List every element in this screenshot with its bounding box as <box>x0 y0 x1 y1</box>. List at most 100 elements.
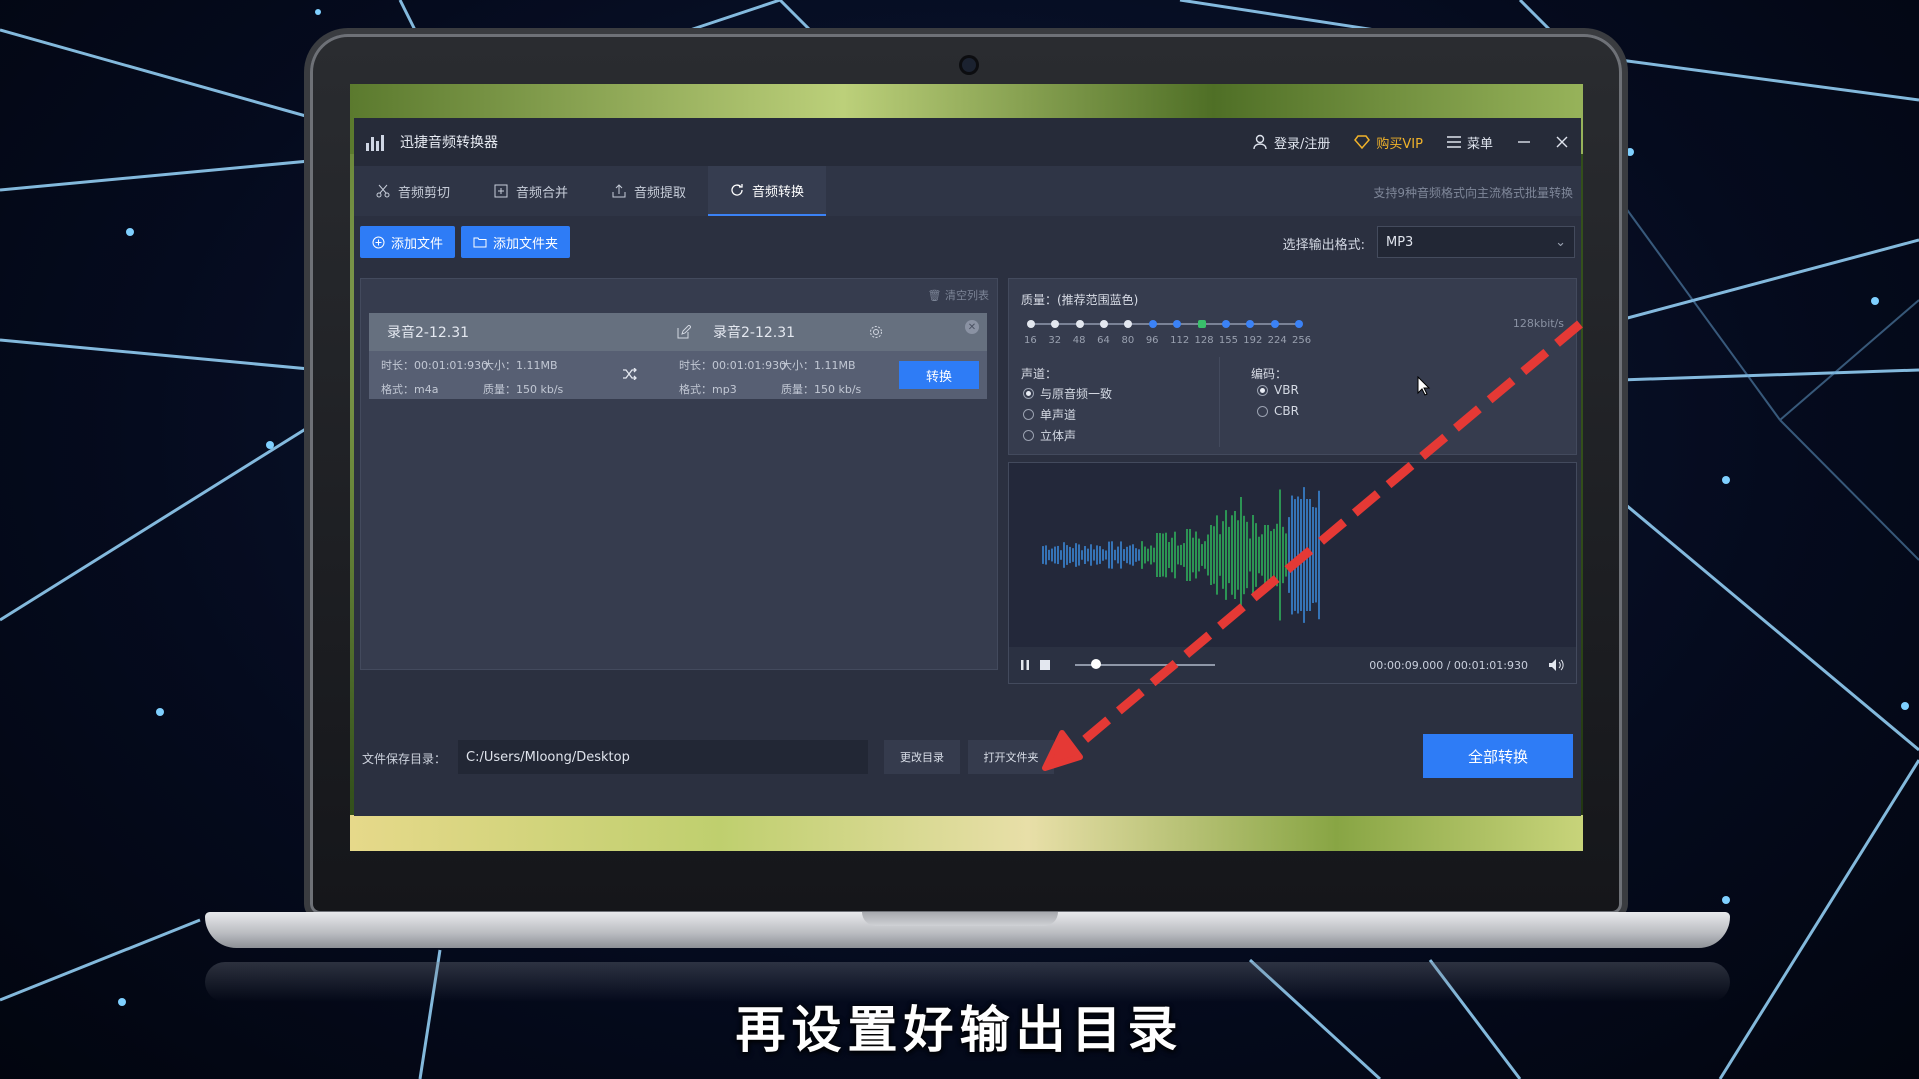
save-dir-label: 文件保存目录： <box>362 752 447 766</box>
tab-audio-extract[interactable]: 音频提取 <box>590 166 708 216</box>
divider <box>1219 357 1220 447</box>
diamond-icon <box>1354 135 1371 149</box>
clear-list-label: 清空列表 <box>945 289 989 302</box>
tab-audio-merge[interactable]: 音频合并 <box>472 166 590 216</box>
tab-audio-convert[interactable]: 音频转换 <box>708 166 827 216</box>
radio-icon <box>1023 409 1034 420</box>
stop-icon[interactable] <box>1039 659 1051 671</box>
quality-tick-label: 155 <box>1218 335 1238 346</box>
chevron-down-icon: ⌄ <box>1555 234 1566 250</box>
tab-audio-cut[interactable]: 音频剪切 <box>354 166 472 216</box>
convert-all-button[interactable]: 全部转换 <box>1423 734 1573 778</box>
source-format: 格式：m4a <box>381 383 439 396</box>
quality-slider-stop[interactable] <box>1246 320 1255 328</box>
menu-button[interactable]: 菜单 <box>1446 133 1493 152</box>
playback-slider-handle[interactable] <box>1091 659 1101 669</box>
waveform <box>1042 487 1320 623</box>
encoding-option-label: CBR <box>1274 404 1299 418</box>
minimize-icon <box>1518 141 1530 143</box>
vip-label: 购买VIP <box>1376 136 1423 152</box>
encoding-option-vbr[interactable]: VBR <box>1257 383 1299 397</box>
quality-slider-stop[interactable] <box>1295 320 1303 328</box>
output-format-select[interactable]: MP3 ⌄ <box>1377 226 1575 258</box>
source-file-name: 录音2-12.31 <box>387 325 470 341</box>
save-dir-input[interactable]: C:/Users/Mloong/Desktop <box>458 740 868 774</box>
channel-option-original[interactable]: 与原音频一致 <box>1023 385 1112 402</box>
file-item-header: 录音2-12.31 录音2-12.31 <box>369 313 987 351</box>
channel-option-mono[interactable]: 单声道 <box>1023 406 1076 423</box>
output-format-value: MP3 <box>1386 234 1414 250</box>
quality-tick-label: 128 <box>1194 335 1214 346</box>
close-button[interactable] <box>1555 135 1569 149</box>
encoding-option-cbr[interactable]: CBR <box>1257 404 1299 418</box>
target-size: 大小：1.11MB <box>781 359 856 372</box>
quality-tick-label: 80 <box>1121 335 1135 346</box>
quality-slider-stop[interactable] <box>1124 320 1133 328</box>
remove-item-icon[interactable]: ✕ <box>965 320 979 334</box>
radio-icon <box>1257 405 1268 417</box>
plus-circle-icon <box>372 236 385 248</box>
folder-icon <box>473 237 487 248</box>
gear-icon[interactable] <box>869 325 883 339</box>
settings-panel: 质量：(推荐范围蓝色) 16 32 48 64 80 96 112 128 155 192 224 2… <box>1008 278 1577 455</box>
quality-tick-label: 48 <box>1072 335 1086 346</box>
output-format-label: 选择输出格式: <box>1282 238 1365 253</box>
minimize-button[interactable] <box>1517 135 1531 149</box>
quality-slider-stop[interactable] <box>1100 320 1109 328</box>
tab-label: 音频剪切 <box>398 185 451 201</box>
tab-label: 音频合并 <box>516 185 569 201</box>
quality-slider-stop[interactable] <box>1197 320 1206 328</box>
quality-slider-track[interactable] <box>1031 323 1299 325</box>
quality-slider-stop[interactable] <box>1075 320 1084 328</box>
file-item-details: 时长：00:01:01:930 大小：1.11MB 格式：m4a 质量：150 … <box>369 351 987 399</box>
toolbar: 添加文件 添加文件夹 选择输出格式: MP3 ⌄ <box>354 216 1581 268</box>
quality-slider-stop[interactable] <box>1173 320 1182 328</box>
quality-slider-stop[interactable] <box>1221 320 1230 328</box>
open-folder-button[interactable]: 打开文件夹 <box>968 740 1054 774</box>
quality-slider-stop[interactable] <box>1270 320 1279 328</box>
quality-slider-stop[interactable] <box>1051 320 1060 328</box>
edit-icon[interactable] <box>677 325 691 339</box>
tab-label: 音频转换 <box>752 184 805 200</box>
radio-selected-icon <box>1023 388 1034 399</box>
file-list-panel: 🗑 清空列表 录音2-12.31 录音2-12.31 时长：00:01:01:9… <box>360 278 998 670</box>
bottom-bar: 文件保存目录： C:/Users/Mloong/Desktop 更改目录 打开文… <box>354 730 1581 788</box>
login-label: 登录/注册 <box>1274 136 1331 152</box>
convert-button[interactable]: 转换 <box>899 361 979 389</box>
quality-slider-stop[interactable] <box>1027 320 1035 328</box>
wallpaper-bottom <box>350 815 1583 851</box>
menu-label: 菜单 <box>1466 136 1493 152</box>
refresh-icon <box>731 184 743 196</box>
target-format: 格式：mp3 <box>679 383 737 396</box>
quality-tick-label: 64 <box>1097 335 1110 346</box>
channel-option-stereo[interactable]: 立体声 <box>1023 427 1076 444</box>
buy-vip-button[interactable]: 购买VIP <box>1354 133 1423 152</box>
trash-icon: 🗑 <box>927 289 942 302</box>
close-icon <box>1556 136 1568 148</box>
pause-icon[interactable] <box>1019 659 1031 671</box>
file-item[interactable]: 录音2-12.31 录音2-12.31 时长：00:01:01:930 大小：1… <box>369 313 987 399</box>
quality-label: 质量：(推荐范围蓝色) <box>1021 293 1139 307</box>
target-duration: 时长：00:01:01:930 <box>679 359 787 372</box>
volume-icon[interactable] <box>1548 658 1564 672</box>
radio-selected-icon <box>1257 384 1268 396</box>
add-folder-button[interactable]: 添加文件夹 <box>461 226 571 258</box>
change-dir-button[interactable]: 更改目录 <box>884 740 960 774</box>
quality-tick-label: 96 <box>1145 335 1159 346</box>
login-button[interactable]: 登录/注册 <box>1252 133 1330 152</box>
playback-time: 00:00:09.000 / 00:01:01:930 <box>1369 659 1528 672</box>
encoding-label: 编码： <box>1251 367 1288 381</box>
hamburger-icon <box>1446 136 1461 148</box>
add-file-button[interactable]: 添加文件 <box>360 226 456 258</box>
extract-icon <box>612 184 626 198</box>
channel-option-label: 与原音频一致 <box>1040 387 1113 401</box>
merge-icon <box>494 184 508 198</box>
clear-list-button[interactable]: 🗑 清空列表 <box>928 287 989 303</box>
quality-tick-label: 112 <box>1170 335 1190 346</box>
target-file-name: 录音2-12.31 <box>713 325 796 341</box>
radio-icon <box>1023 430 1034 441</box>
quality-tick-label: 32 <box>1048 335 1062 346</box>
source-size: 大小：1.11MB <box>483 359 558 372</box>
quality-slider-stop[interactable] <box>1148 320 1157 328</box>
video-subtitle: 再设置好输出目录 <box>735 1001 1184 1059</box>
